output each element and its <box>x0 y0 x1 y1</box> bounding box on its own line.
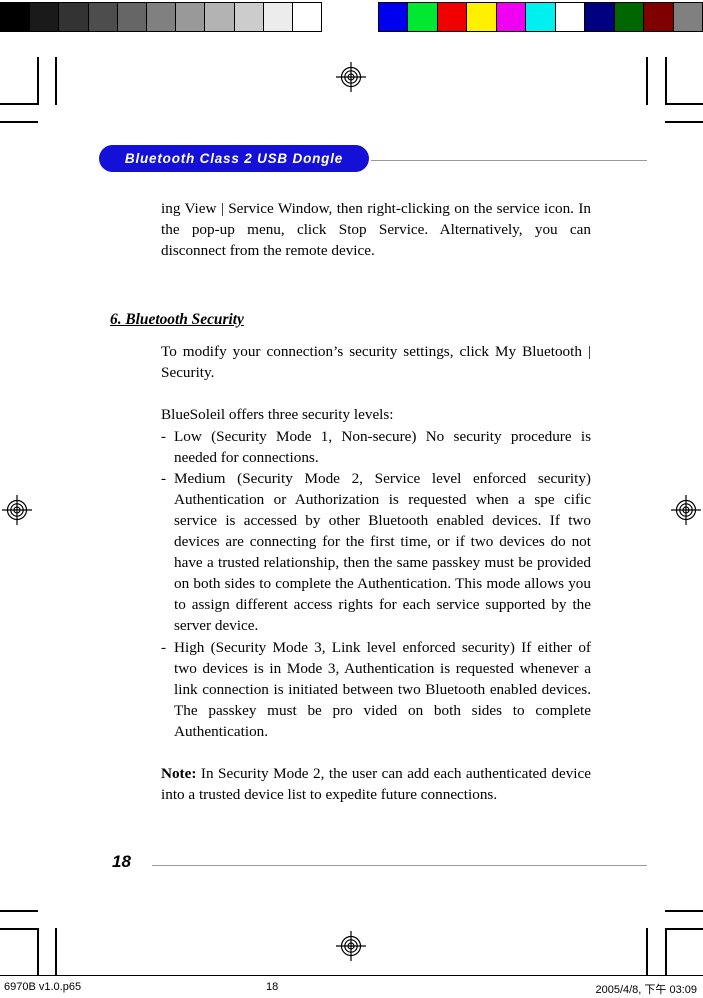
status-bar: 6970B v1.0.p65 18 2005/4/8, 下午 03:09 <box>0 975 703 998</box>
status-timestamp: 2005/4/8, 下午 03:09 <box>595 984 697 996</box>
security-levels-intro: BlueSoleil offers three security levels: <box>161 406 394 424</box>
list-item: - High (Security Mode 3, Link level enfo… <box>161 637 591 742</box>
list-item-text: Medium (Security Mode 2, Service level e… <box>174 469 591 635</box>
intro-paragraph: ing View | Service Window, then right-cl… <box>161 200 591 260</box>
page-footer: 18 <box>112 852 647 876</box>
note-paragraph: Note: In Security Mode 2, the user can a… <box>161 763 591 805</box>
modify-connection-paragraph: To modify your connection’s security set… <box>161 343 591 382</box>
list-item-text: Low (Security Mode 1, Non-secure) No sec… <box>174 427 591 466</box>
page-content: Bluetooth Class 2 USB Dongle 6. Bluetoot… <box>0 0 703 998</box>
body-text-column: ing View | Service Window, then right-cl… <box>161 198 591 805</box>
note-text: In Security Mode 2, the user can add eac… <box>161 764 591 804</box>
spacer-before-heading <box>161 261 591 307</box>
list-item: - Low (Security Mode 1, Non-secure) No s… <box>161 426 591 468</box>
spacer-heading-offset <box>161 307 591 341</box>
footer-divider-rule <box>152 865 647 866</box>
page-header: Bluetooth Class 2 USB Dongle <box>99 145 647 173</box>
list-item-text: High (Security Mode 3, Link level enforc… <box>174 638 591 740</box>
header-divider-rule <box>371 160 647 161</box>
spacer-before-note <box>161 742 591 763</box>
note-label: Note: <box>161 764 197 782</box>
status-file-name: 6970B v1.0.p65 <box>4 981 82 993</box>
list-marker: - <box>161 638 167 656</box>
list-marker: - <box>161 427 167 445</box>
security-levels-list: - Low (Security Mode 1, Non-secure) No s… <box>161 426 591 742</box>
spacer-before-levels <box>161 383 591 404</box>
page-title: Bluetooth Class 2 USB Dongle <box>124 151 344 166</box>
list-marker: - <box>161 469 167 487</box>
list-item: - Medium (Security Mode 2, Service level… <box>161 468 591 637</box>
header-title-pill: Bluetooth Class 2 USB Dongle <box>99 145 369 172</box>
status-page-number: 18 <box>266 981 279 993</box>
page-number: 18 <box>112 852 131 871</box>
